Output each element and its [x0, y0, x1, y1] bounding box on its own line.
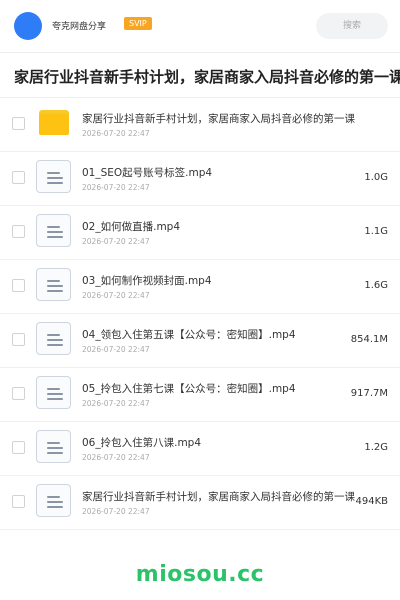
list-item[interactable]: 家居行业抖音新手村计划，家居商家入局抖音必修的第一课 2026-07-20 22…	[0, 476, 400, 530]
folder-title-bar: 家居行业抖音新手村计划，家居商家入局抖音必修的第一课	[0, 52, 400, 98]
file-size: 494KB	[355, 496, 388, 507]
file-size: 917.7M	[350, 388, 388, 399]
share-name: 夸克网盘分享	[52, 22, 107, 32]
list-item-folder[interactable]: 家居行业抖音新手村计划，家居商家入局抖音必修的第一课 2026-07-20 22…	[0, 98, 400, 152]
file-name: 05_拎包入住第七课【公众号：密知圈】.mp4	[82, 383, 296, 395]
list-item[interactable]: 06_拎包入住第八课.mp4 2026-07-20 22:47 1.2G	[0, 422, 400, 476]
file-date: 2026-07-20 22:47	[82, 237, 150, 246]
checkbox[interactable]	[12, 225, 25, 238]
file-name: 家居行业抖音新手村计划，家居商家入局抖音必修的第一课	[82, 491, 355, 503]
avatar[interactable]	[14, 12, 42, 40]
svip-badge: SVIP	[124, 17, 152, 30]
file-list: 家居行业抖音新手村计划，家居商家入局抖音必修的第一课 2026-07-20 22…	[0, 98, 400, 530]
file-name: 家居行业抖音新手村计划，家居商家入局抖音必修的第一课	[82, 113, 355, 125]
file-date: 2026-07-20 22:47	[82, 345, 150, 354]
checkbox[interactable]	[12, 495, 25, 508]
list-item[interactable]: 04_领包入住第五课【公众号：密知圈】.mp4 2026-07-20 22:47…	[0, 314, 400, 368]
list-item[interactable]: 01_SEO起号账号标签.mp4 2026-07-20 22:47 1.0G	[0, 152, 400, 206]
list-item[interactable]: 05_拎包入住第七课【公众号：密知圈】.mp4 2026-07-20 22:47…	[0, 368, 400, 422]
file-name: 04_领包入住第五课【公众号：密知圈】.mp4	[82, 329, 296, 341]
file-date: 2026-07-20 22:47	[82, 129, 150, 138]
checkbox[interactable]	[12, 441, 25, 454]
checkbox[interactable]	[12, 117, 25, 130]
video-file-icon	[36, 322, 71, 355]
video-file-icon	[36, 268, 71, 301]
file-name: 01_SEO起号账号标签.mp4	[82, 167, 213, 179]
list-item[interactable]: 02_如何做直播.mp4 2026-07-20 22:47 1.1G	[0, 206, 400, 260]
checkbox[interactable]	[12, 387, 25, 400]
search-input[interactable]: 搜索	[316, 13, 388, 39]
list-item[interactable]: 03_如何制作视频封面.mp4 2026-07-20 22:47 1.6G	[0, 260, 400, 314]
file-name: 06_拎包入住第八课.mp4	[82, 437, 202, 449]
header: 夸克网盘分享 SVIP 搜索	[0, 0, 400, 52]
file-date: 2026-07-20 22:47	[82, 507, 150, 516]
checkbox[interactable]	[12, 279, 25, 292]
checkbox[interactable]	[12, 333, 25, 346]
file-name: 03_如何制作视频封面.mp4	[82, 275, 212, 287]
checkbox[interactable]	[12, 171, 25, 184]
file-size: 854.1M	[350, 334, 388, 345]
file-size: 1.1G	[364, 226, 388, 237]
video-file-icon	[36, 214, 71, 247]
video-file-icon	[36, 160, 71, 193]
video-file-icon	[36, 376, 71, 409]
file-size: 1.6G	[364, 280, 388, 291]
file-date: 2026-07-20 22:47	[82, 183, 150, 192]
file-size: 1.0G	[364, 172, 388, 183]
file-name: 02_如何做直播.mp4	[82, 221, 181, 233]
page-title: 家居行业抖音新手村计划，家居商家入局抖音必修的第一课	[14, 68, 400, 86]
file-date: 2026-07-20 22:47	[82, 291, 150, 300]
file-date: 2026-07-20 22:47	[82, 399, 150, 408]
file-date: 2026-07-20 22:47	[82, 453, 150, 462]
folder-icon	[39, 110, 69, 135]
watermark: miosou.cc	[135, 562, 265, 587]
video-file-icon	[36, 430, 71, 463]
file-icon	[36, 484, 71, 517]
file-size: 1.2G	[364, 442, 388, 453]
